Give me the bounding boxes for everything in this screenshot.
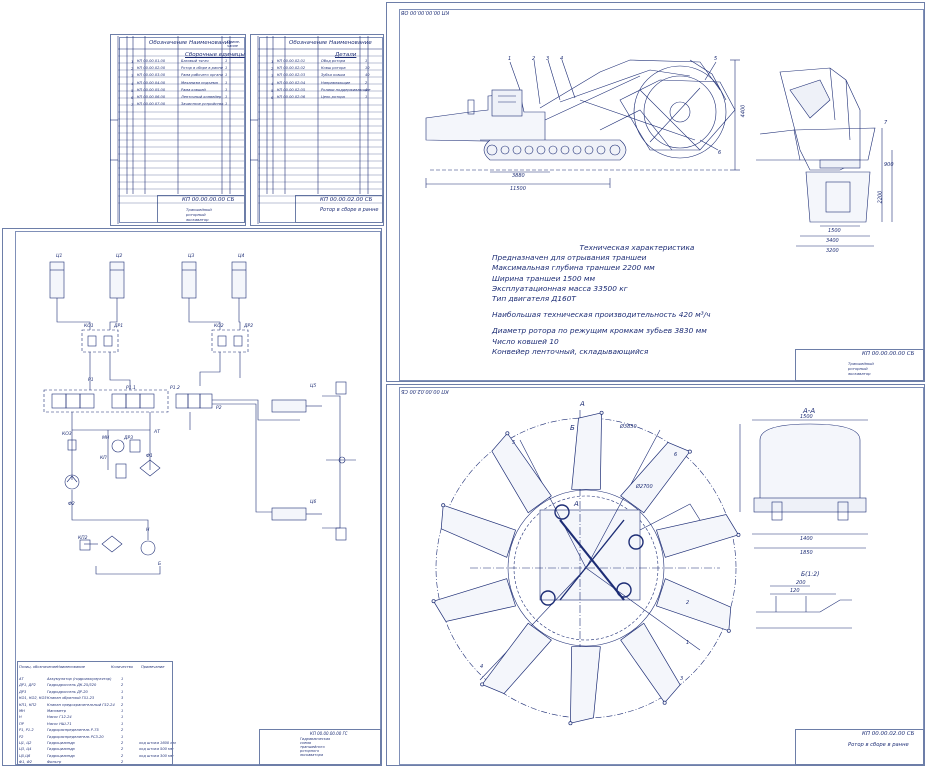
hyd-label: Ц3 [188,254,195,259]
hydraulic-scheme [43,261,356,575]
dim-side-w2: 3200 [826,248,839,254]
callout-2: 2 [532,56,536,62]
dim-side-w3: 1500 [828,228,841,234]
bucket-tooth [480,682,485,687]
bucket-tooth [505,431,510,436]
callout-3: 3 [546,56,550,62]
callout-5: 5 [714,56,718,62]
hyd-label: МН [102,436,110,441]
hyd-label: КП2 [78,536,88,541]
dim-side-d: 900 [884,162,894,168]
aa-dim-w2: 1850 [800,550,813,556]
hyd-label: АТ [154,430,160,435]
hyd-label: Ц4 [238,254,245,259]
rotor-label-b: Б [570,424,575,432]
callout-6: 6 [718,150,722,156]
aa-dim-w1: 1500 [800,414,813,420]
hyd-label: Р1.2 [170,386,180,391]
hyd-label: КП [100,456,107,461]
aa-dim-w3: 1400 [800,536,813,542]
hyd-label: Ц6 [310,500,317,505]
rotor-bucket [481,622,552,695]
bucket-tooth [726,628,731,633]
spec1-grid [110,36,244,224]
hyd-label: Р2 [216,406,222,411]
bucket-tooth [441,503,446,508]
rotor-bucket [491,432,552,514]
rotor-bucket [571,412,602,490]
spec2-grid [250,36,382,224]
rotor-bucket [570,646,601,724]
rotor-label-a2: А [574,500,579,508]
rotor-dim-d2: Ø2700 [636,484,653,490]
excavator-front-view [756,67,893,247]
hyd-label: ДР2 [244,324,254,329]
hyd-label: Р1.1 [126,386,136,391]
hyd-label: Ф2 [68,502,75,507]
bucket-tooth [736,532,741,537]
b-dim-2: 120 [790,588,800,594]
rotor-bucket [620,622,681,704]
rotor-label-a1: А [580,400,585,408]
hyd-label: КО3 [62,432,72,437]
excavator-side-view [425,59,740,188]
drawing-graphics [43,36,893,726]
hyd-label: Н [146,528,150,533]
rotor-bucket [440,504,517,558]
rotor-bucket [655,514,739,558]
dim-height: 4400 [740,104,747,118]
dim-len-track: 3880 [512,173,525,179]
bucket-tooth [662,700,667,705]
hyd-label: Ц5 [310,384,317,389]
hyd-label: Б [158,562,162,567]
dim-side-h: 2200 [877,190,884,204]
hyd-label: ДР3 [124,436,134,441]
hyd-label: КО1 [84,324,94,329]
bucket-tooth [599,410,604,415]
rotor-bucket [433,578,517,622]
hyd-label: Ц2 [116,254,123,259]
b-dim-1: 200 [796,580,806,586]
rotor-label-1: 1 [686,640,690,646]
bucket-tooth [568,721,573,726]
rotor-label-2: 2 [686,600,690,606]
rotor-label-5: 5 [512,440,516,446]
hyd-label: Ф1 [146,454,153,459]
rotor-dim-d1: Ø3830 [620,424,637,430]
dim-side-w1: 3400 [826,238,839,244]
rotor-label-4: 4 [480,664,484,670]
bucket-tooth [687,449,692,454]
dim-len-main: 11500 [510,186,526,192]
rotor-bucket [620,441,691,514]
rotor-label-3: 3 [680,676,684,682]
spec-row-lines [118,55,382,204]
rotor-label-6: 6 [674,452,678,458]
callout-1: 1 [508,56,512,62]
hyd-label: Ц1 [56,254,63,259]
bucket-tooth [431,599,436,604]
hyd-label: Р1 [88,378,94,383]
rotor-bucket [655,578,732,632]
hyd-label: КО2 [214,324,224,329]
callout-4: 4 [560,56,564,62]
hyd-label: ДР1 [114,324,124,329]
callout-7: 7 [884,120,888,126]
